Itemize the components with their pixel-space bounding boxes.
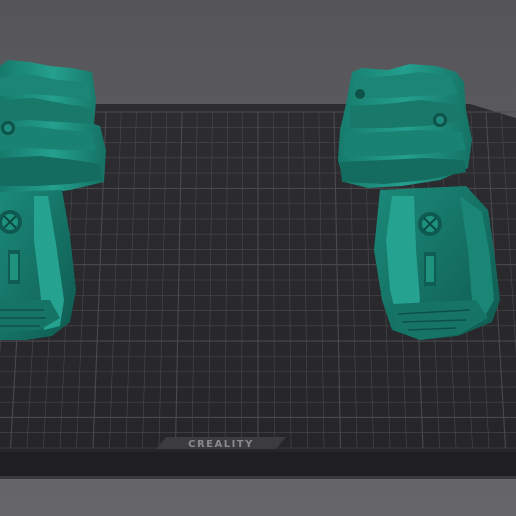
build-plate-bottom-edge [0,476,516,479]
3d-viewport[interactable]: CREALITY [0,0,516,516]
slicer-scene[interactable]: CREALITY [0,0,516,516]
creality-logo-plate: CREALITY [156,437,286,450]
build-plate-front-edge [0,452,516,478]
creality-logo-text: CREALITY [188,439,254,450]
